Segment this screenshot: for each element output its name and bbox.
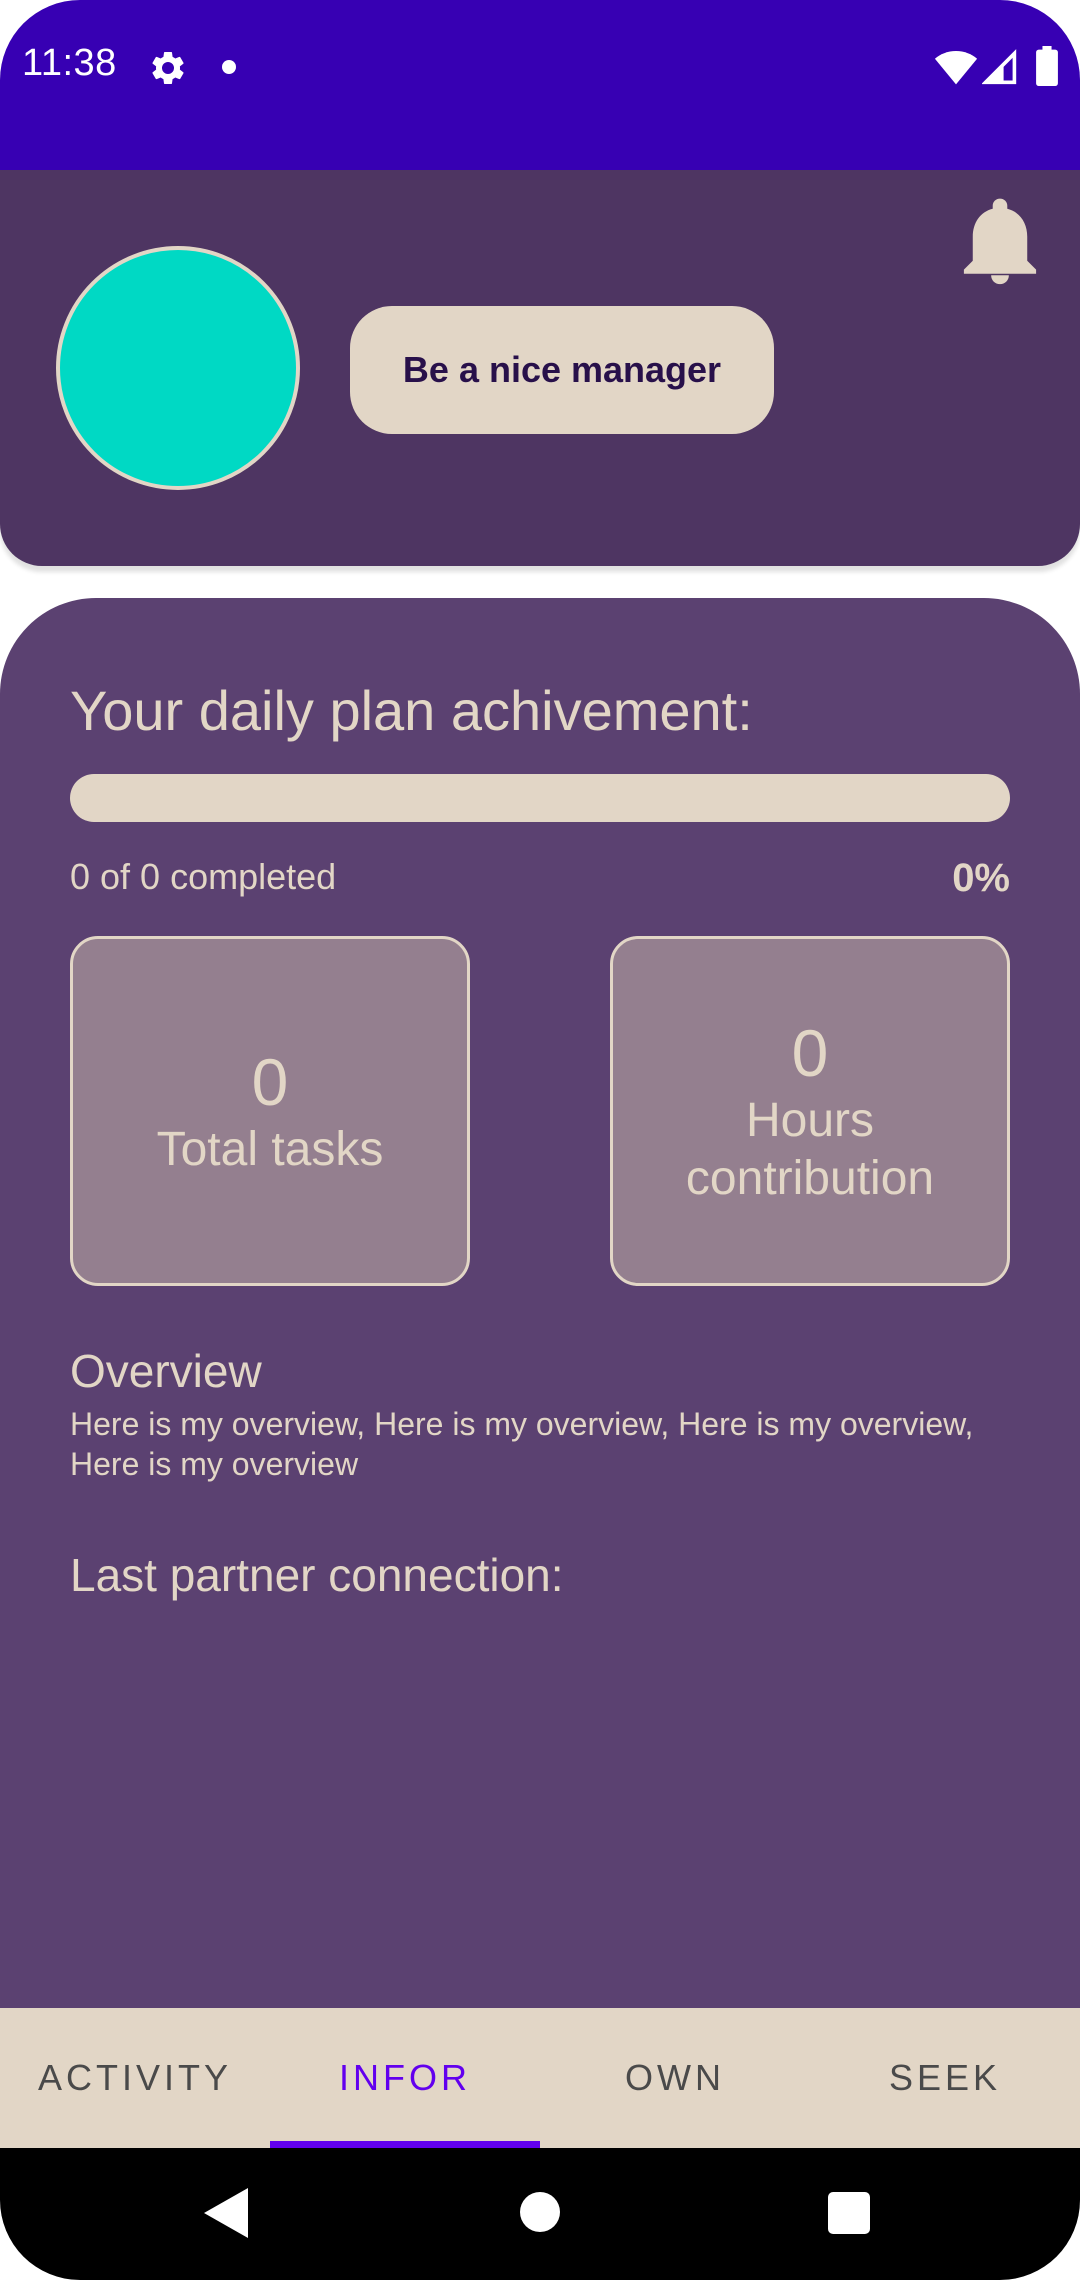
tab-label: ACTIVITY <box>37 2057 233 2098</box>
status-bar: 11:38 <box>0 0 1080 170</box>
hours-label: Hours <box>745 1094 875 1147</box>
back-icon[interactable] <box>204 2188 248 2238</box>
tab-infor[interactable]: INFOR <box>270 2008 540 2148</box>
tab-label: OWN <box>625 2057 725 2098</box>
active-tab-indicator <box>270 2141 540 2148</box>
contribution-label: contribution <box>685 1152 935 1205</box>
status-time: 11:38 <box>22 42 117 84</box>
notification-dot-icon <box>222 60 236 74</box>
avatar[interactable] <box>56 246 300 490</box>
battery-icon <box>1036 46 1058 86</box>
role-button[interactable]: Be a nice manager <box>350 306 774 434</box>
hours-contribution-card[interactable]: 0 Hours contribution <box>610 936 1010 1286</box>
home-icon[interactable] <box>520 2192 560 2232</box>
gear-icon <box>152 51 184 84</box>
dashboard-card: Your daily plan achivement: 0 of 0 compl… <box>0 598 1080 2008</box>
tab-own[interactable]: OWN <box>540 2008 810 2148</box>
overview-title: Overview <box>70 1345 262 1397</box>
recents-icon[interactable] <box>828 2192 870 2234</box>
bottom-tab-bar: ACTIVITY INFOR OWN SEEK <box>0 2008 1080 2148</box>
hours-contribution-value: 0 <box>791 1016 829 1090</box>
plan-progress-bar <box>70 774 1010 822</box>
signal-icon <box>982 49 1017 85</box>
tab-activity[interactable]: ACTIVITY <box>0 2008 270 2148</box>
plan-title: Your daily plan achivement: <box>70 679 753 742</box>
progress-percent: 0% <box>952 856 1010 900</box>
tab-seek[interactable]: SEEK <box>810 2008 1080 2148</box>
app-screen: 11:38 Be a nice manager Your daily plan … <box>0 0 1080 2280</box>
profile-header: Be a nice manager <box>0 170 1080 566</box>
overview-text: Here is my overview, Here is my overview… <box>70 1406 974 1482</box>
wifi-icon <box>934 51 978 85</box>
tab-label: INFOR <box>339 2057 471 2098</box>
total-tasks-label: Total tasks <box>156 1123 384 1176</box>
total-tasks-card[interactable]: 0 Total tasks <box>70 936 470 1286</box>
total-tasks-value: 0 <box>251 1045 289 1119</box>
last-partner-connection-title: Last partner connection: <box>70 1549 564 1601</box>
bell-icon[interactable] <box>962 198 1038 288</box>
system-nav-bar <box>0 2148 1080 2280</box>
tab-label: SEEK <box>888 2057 1002 2098</box>
completed-count: 0 of 0 completed <box>70 856 337 897</box>
